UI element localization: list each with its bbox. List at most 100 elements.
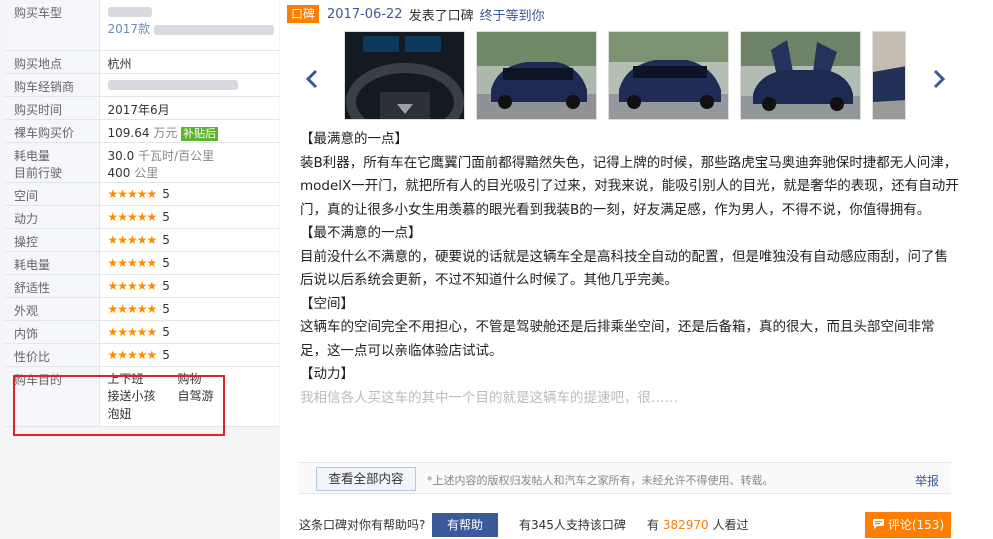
spec-label: 耗电量 [14,148,51,163]
power-unit: 千瓦时/百公里 [138,148,215,163]
spec-label: 裸车购买价 [5,119,100,143]
rating-value: ★★★★★ 5 [99,343,279,367]
views-post: 人看过 [712,518,749,532]
blurred-text [153,24,274,35]
chevron-right-icon[interactable] [932,68,946,96]
comment-label: 评论(153) [887,518,945,532]
rating-label: 空间 [5,182,100,206]
spec-row-price: 裸车购买价 109.64 万元 补贴后 [5,119,279,143]
car-side-photo[interactable] [872,31,906,120]
rating-value: ★★★★★ 5 [99,251,279,275]
price-value: 109.64 [107,125,150,140]
rating-label: 耗电量 [5,251,100,275]
spec-row-time: 购买时间 2017年6月 [5,96,279,120]
spec-row-location: 购买地点 杭州 [5,50,279,74]
rating-value: ★★★★★ 5 [99,297,279,321]
review-date: 2017-06-22 [327,6,403,22]
star-rating-icon: ★★★★★ [107,278,158,293]
spec-label: 目前行驶 [14,165,63,180]
support-post: 人支持该口碑 [553,518,626,532]
star-rating-icon: ★★★★★ [107,255,158,270]
section-body: 装B利器，所有车在它鹰翼门面前都得黯然失色，记得上牌的时候，那些路虎宝马奥迪奔驰… [300,154,959,218]
mileage-value: 400 [107,165,131,180]
highlight-box [13,375,225,436]
left-panel: 购买车型 2017款 购买地点 杭州 购车经销商 购买时间 2017年6月 裸车… [0,0,280,539]
rating-label: 外观 [5,297,100,321]
rating-score: 5 [162,232,170,247]
star-rating-icon: ★★★★★ [107,232,158,247]
model-year: 2017款 [107,22,151,36]
review-header: 口碑 2017-06-22 发表了口碑 终于等到你 [287,4,545,24]
rating-row: 内饰 ★★★★★ 5 [5,320,279,344]
views-number: 382970 [662,518,709,532]
rating-score: 5 [162,301,170,316]
rating-row: 性价比 ★★★★★ 5 [5,343,279,367]
rating-row: 舒适性 ★★★★★ 5 [5,274,279,298]
spec-label: 购买车型 [5,0,100,51]
car-front-photo[interactable] [476,31,597,120]
rating-label: 性价比 [5,343,100,367]
comment-button[interactable]: 评论(153) [865,512,951,538]
star-rating-icon: ★★★★★ [107,186,158,201]
rating-value: ★★★★★ 5 [99,228,279,252]
blurred-text [107,80,238,90]
spec-value: 2017年6月 [99,96,279,120]
comment-icon [872,513,885,539]
power-value: 30.0 [107,148,135,163]
rating-label: 动力 [5,205,100,229]
review-panel: 口碑 2017-06-22 发表了口碑 终于等到你 【最满意的一点】 装B利器，… [285,0,993,539]
spec-label: 购买地点 [5,50,100,74]
views-pre: 有 [647,518,660,532]
falcon-door-photo[interactable] [740,31,861,120]
spec-label: 购车经销商 [5,73,100,97]
rating-label: 内饰 [5,320,100,344]
view-count: 有 382970 人看过 [647,516,749,533]
steering-wheel-photo[interactable] [344,31,465,120]
helpful-button[interactable]: 有帮助 [432,513,498,537]
support-pre: 有 [519,518,532,532]
rating-row: 外观 ★★★★★ 5 [5,297,279,321]
rating-value: ★★★★★ 5 [99,274,279,298]
price-unit: 万元 [153,125,178,140]
spec-value-model: 2017款 [99,0,279,51]
rating-score: 5 [162,347,170,362]
spec-value-price: 109.64 万元 补贴后 [99,119,279,143]
section-heading: 【空间】 [300,295,354,312]
spec-label-group: 耗电量 目前行驶 [5,142,100,183]
review-title[interactable]: 终于等到你 [480,5,545,24]
rating-value: ★★★★★ 5 [99,182,279,206]
section-heading: 【动力】 [300,366,354,382]
section-body: 目前没什么不满意的，硬要说的话就是这辆车全是高科技全自动的配置，但是唯独没有自动… [300,248,948,289]
content-actions-bar: 查看全部内容 *上述内容的版权归发帖人和汽车之家所有，未经允许不得使用、转载。 … [299,462,951,494]
rating-row: 操控 ★★★★★ 5 [5,228,279,252]
spec-value-dealer [99,73,279,97]
rating-label: 舒适性 [5,274,100,298]
support-number: 345 [531,518,554,532]
rating-label: 操控 [5,228,100,252]
rating-row: 空间 ★★★★★ 5 [5,182,279,206]
spec-label: 购买时间 [5,96,100,120]
chevron-left-icon[interactable] [305,68,319,96]
spec-row-dealer: 购车经销商 [5,73,279,97]
car-front-photo[interactable] [608,31,729,120]
rating-score: 5 [162,278,170,293]
helpful-question: 这条口碑对你有帮助吗? [299,518,426,532]
review-article: 【最满意的一点】 装B利器，所有车在它鹰翼门面前都得黯然失色，记得上牌的时候，那… [300,128,960,410]
report-link[interactable]: 举报 [915,472,939,489]
star-rating-icon: ★★★★★ [107,301,158,316]
section-body: 这辆车的空间完全不用担心，不管是驾驶舱还是后排乘坐空间，还是后备箱，真的很大，而… [300,319,935,359]
rating-score: 5 [162,186,170,201]
view-all-button[interactable]: 查看全部内容 [316,467,416,491]
review-badge: 口碑 [287,5,320,23]
rating-row: 耗电量 ★★★★★ 5 [5,251,279,275]
star-rating-icon: ★★★★★ [107,209,158,224]
spec-table: 购买车型 2017款 购买地点 杭州 购车经销商 购买时间 2017年6月 裸车… [5,0,279,427]
copyright-notice: *上述内容的版权归发帖人和汽车之家所有，未经允许不得使用、转载。 [427,474,774,487]
spec-row-model: 购买车型 2017款 [5,0,279,51]
rating-score: 5 [162,209,170,224]
review-posted-text: 发表了口碑 [408,8,474,24]
feedback-bar: 这条口碑对你有帮助吗? 有帮助 有345人支持该口碑 有 382970 人看过 … [299,512,959,538]
rating-score: 5 [162,324,170,339]
rating-score: 5 [162,255,170,270]
price-tag: 补贴后 [181,126,219,141]
